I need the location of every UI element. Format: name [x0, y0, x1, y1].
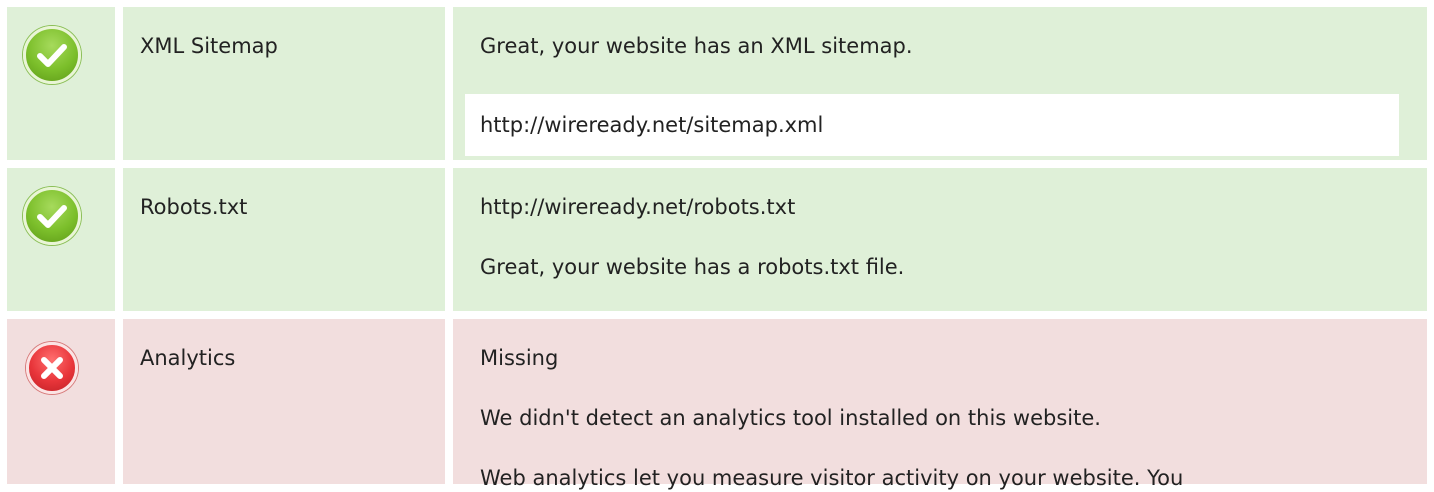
check-message: Great, your website has an XML sitemap.: [480, 34, 913, 58]
check-circle-icon: [23, 187, 81, 245]
status-cell: [7, 168, 115, 311]
check-name: XML Sitemap: [140, 34, 278, 58]
status-cell: [7, 319, 115, 484]
check-message: Great, your website has a robots.txt fil…: [480, 255, 905, 279]
check-detail-cell: http://wireready.net/robots.txt Great, y…: [453, 168, 1427, 311]
check-row-xml-sitemap: XML Sitemap Great, your website has an X…: [0, 7, 1434, 160]
check-detail-cell: Great, your website has an XML sitemap. …: [453, 7, 1427, 160]
seo-checks-list: XML Sitemap Great, your website has an X…: [0, 0, 1434, 490]
check-result: Missing: [480, 346, 559, 370]
check-name: Analytics: [140, 346, 236, 370]
check-name-cell: XML Sitemap: [123, 7, 445, 160]
check-detail-cell: Missing We didn't detect an analytics to…: [453, 319, 1427, 490]
sitemap-url[interactable]: http://wireready.net/sitemap.xml: [480, 111, 823, 139]
check-row-analytics: Analytics Missing We didn't detect an an…: [0, 319, 1434, 490]
check-name: Robots.txt: [140, 195, 248, 219]
sitemap-url-box: http://wireready.net/sitemap.xml: [465, 94, 1399, 156]
robots-url[interactable]: http://wireready.net/robots.txt: [480, 193, 795, 221]
check-description: Web analytics let you measure visitor ac…: [480, 466, 1184, 490]
check-row-robots-txt: Robots.txt http://wireready.net/robots.t…: [0, 168, 1434, 311]
check-name-cell: Robots.txt: [123, 168, 445, 311]
check-message: We didn't detect an analytics tool insta…: [480, 406, 1101, 430]
status-cell: [7, 7, 115, 160]
check-name-cell: Analytics: [123, 319, 445, 484]
check-circle-icon: [23, 26, 81, 84]
cross-circle-icon: [26, 342, 78, 394]
